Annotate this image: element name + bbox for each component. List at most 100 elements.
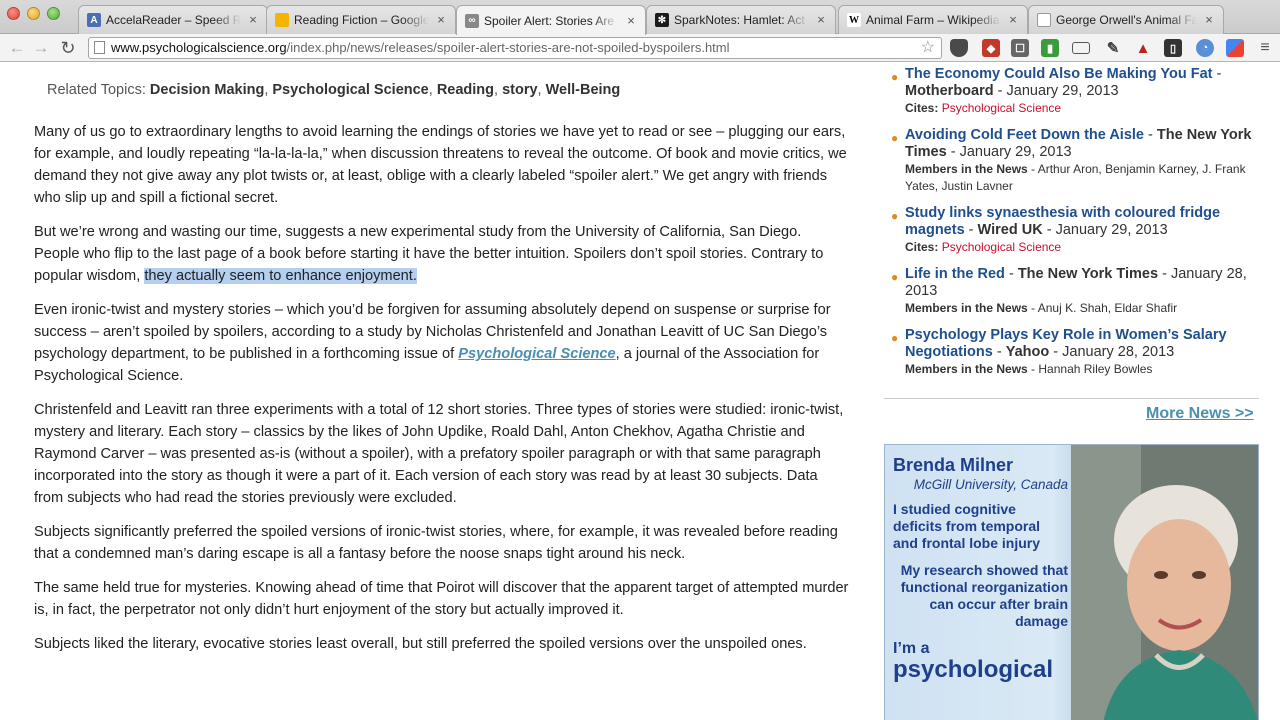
web-page: Related Topics: Decision Making, Psychol… [0,63,1280,720]
news-item: ● Study links synaesthesia with coloured… [884,205,1259,256]
accelareader-favicon-icon: A [87,13,101,27]
ad-affiliation: McGill University, Canada [913,477,1068,492]
tab-sparknotes[interactable]: ✻ SparkNotes: Hamlet: Act I, × [646,5,836,34]
car-extension-icon[interactable]: ▲ [1134,39,1152,57]
portrait-photo [1071,445,1258,720]
topic-link[interactable]: Psychological Science [272,82,428,98]
robot-extension-icon[interactable]: ☐ [1011,39,1029,57]
wikipedia-favicon-icon: W [847,13,861,27]
tab-close-icon[interactable]: × [1007,13,1019,26]
bullet-icon: ● [891,270,899,284]
article-paragraph: But we’re wrong and wasting our time, su… [34,221,849,287]
cites-link[interactable]: Psychological Science [942,240,1061,254]
member-names: Anuj K. Shah, Eldar Shafir [1037,301,1178,315]
ad-name: Brenda Milner [893,455,1014,475]
news-meta: Members in the News - Anuj K. Shah, Elda… [905,301,1178,315]
forward-arrow-icon[interactable]: → [30,37,52,59]
close-window-button[interactable] [7,7,20,20]
related-topics: Related Topics: Decision Making, Psychol… [47,82,621,98]
ad-quote: My research showed that functional reorg… [900,562,1068,629]
tab-strip: A AccelaReader – Speed Rea × Reading Fic… [0,0,1280,35]
aps-favicon-icon: ∞ [465,13,479,28]
lastpass-extension-icon[interactable]: ◆ [982,39,1000,57]
bullet-icon: ● [891,209,899,223]
more-news-link[interactable]: More News >> [1146,405,1254,423]
news-date: January 28, 2013 [1062,344,1175,360]
google-extension-icon[interactable] [1226,39,1244,57]
ad-quote: I studied cognitive deficits from tempor… [893,501,1041,551]
screen-extension-icon[interactable] [1072,42,1090,54]
sparknotes-favicon-icon: ✻ [655,13,669,27]
tab-label: Spoiler Alert: Stories Are N [484,13,619,28]
tab-close-icon[interactable]: × [435,13,447,26]
bookmark-star-icon[interactable]: ☆ [921,38,935,58]
cites-link[interactable]: Psychological Science [942,101,1061,115]
article-paragraph: Many of us go to extraordinary lengths t… [34,124,847,206]
news-meta: Cites: Psychological Science [905,101,1062,115]
member-names: Hannah Riley Bowles [1038,362,1153,376]
article-paragraph: Christenfeld and Leavitt ran three exper… [34,402,844,506]
topic-link[interactable]: Well-Being [546,82,621,98]
news-item: ● Life in the Red - The New York Times -… [884,266,1259,317]
news-title-link[interactable]: Avoiding Cold Feet Down the Aisle [905,127,1144,143]
ad-tagline-word: psychological [893,656,1054,683]
news-item: ● Psychology Plays Key Role in Women’s S… [884,327,1259,378]
news-source: The New York Times [1017,266,1159,282]
news-meta: Members in the News - Hannah Riley Bowle… [905,362,1153,376]
page-icon [94,41,105,54]
topic-link[interactable]: Reading [437,82,494,98]
tab-wikipedia[interactable]: W Animal Farm – Wikipedia, × [838,5,1028,34]
news-date: January 29, 2013 [1006,83,1119,99]
ad-text: Brenda Milner McGill University, Canada … [893,455,1068,682]
page-favicon-icon [1037,13,1051,27]
news-title-link[interactable]: The Economy Could Also Be Making You Fat [905,66,1212,82]
article-paragraph: The same held true for mysteries. Knowin… [34,580,849,618]
menu-icon[interactable]: ≡ [1254,37,1276,59]
bullet-icon: ● [891,331,899,345]
tab-animal-farm[interactable]: George Orwell's Animal Fa × [1028,5,1224,34]
back-arrow-icon[interactable]: ← [6,37,28,59]
selected-text: they actually seem to enhance enjoyment. [144,268,417,284]
news-item: ● The Economy Could Also Be Making You F… [884,66,1259,117]
news-title-link[interactable]: Life in the Red [905,266,1005,282]
reload-icon[interactable]: ↻ [57,37,79,59]
tab-label: AccelaReader – Speed Rea [106,13,241,27]
tab-label: SparkNotes: Hamlet: Act I, [674,13,809,27]
news-source: Yahoo [1005,344,1050,360]
article-paragraph: Subjects liked the literary, evocative s… [34,636,807,652]
phone-extension-icon[interactable]: ▯ [1164,39,1182,57]
tab-close-icon[interactable]: × [625,14,637,27]
article-paragraph: Even ironic-twist and mystery stories – … [34,299,849,387]
news-source: Wired UK [977,222,1043,238]
tab-close-icon[interactable]: × [1203,13,1215,26]
browser-toolbar: ← → ↻ www.psychologicalscience.org/index… [0,34,1280,62]
tab-label: Reading Fiction – Google D [294,13,429,27]
topic-link[interactable]: story [502,82,537,98]
tab-close-icon[interactable]: × [247,13,259,26]
news-list: ● The Economy Could Also Be Making You F… [884,63,1259,399]
minimize-window-button[interactable] [27,7,40,20]
evernote-extension-icon[interactable]: ▮ [1041,39,1059,57]
bullet-icon: ● [891,70,899,84]
news-meta: Cites: Psychological Science [905,240,1062,254]
tab-close-icon[interactable]: × [815,13,827,26]
tab-label: Animal Farm – Wikipedia, [866,13,1001,27]
news-source: Motherboard [905,83,994,99]
tab-spoiler-alert[interactable]: ∞ Spoiler Alert: Stories Are N × [456,5,646,35]
topic-link[interactable]: Decision Making [150,82,264,98]
url-path: /index.php/news/releases/spoiler-alert-s… [286,40,730,55]
address-bar[interactable]: www.psychologicalscience.org/index.php/n… [88,37,942,59]
related-topics-label: Related Topics: [47,82,146,98]
zoom-window-button[interactable] [47,7,60,20]
pocket-extension-icon[interactable] [950,39,968,57]
article-paragraph: Subjects significantly preferred the spo… [34,524,838,562]
bullet-icon: ● [891,131,899,145]
google-docs-favicon-icon [275,13,289,27]
wrench-extension-icon[interactable]: ✎ [1104,39,1122,57]
tab-google-docs[interactable]: Reading Fiction – Google D × [266,5,456,34]
tab-accelareader[interactable]: A AccelaReader – Speed Rea × [78,5,268,34]
speedometer-extension-icon[interactable]: ◔ [1196,39,1214,57]
journal-link[interactable]: Psychological Science [458,346,615,362]
news-date: January 29, 2013 [959,144,1072,160]
ad-banner[interactable]: Brenda Milner McGill University, Canada … [884,444,1259,720]
